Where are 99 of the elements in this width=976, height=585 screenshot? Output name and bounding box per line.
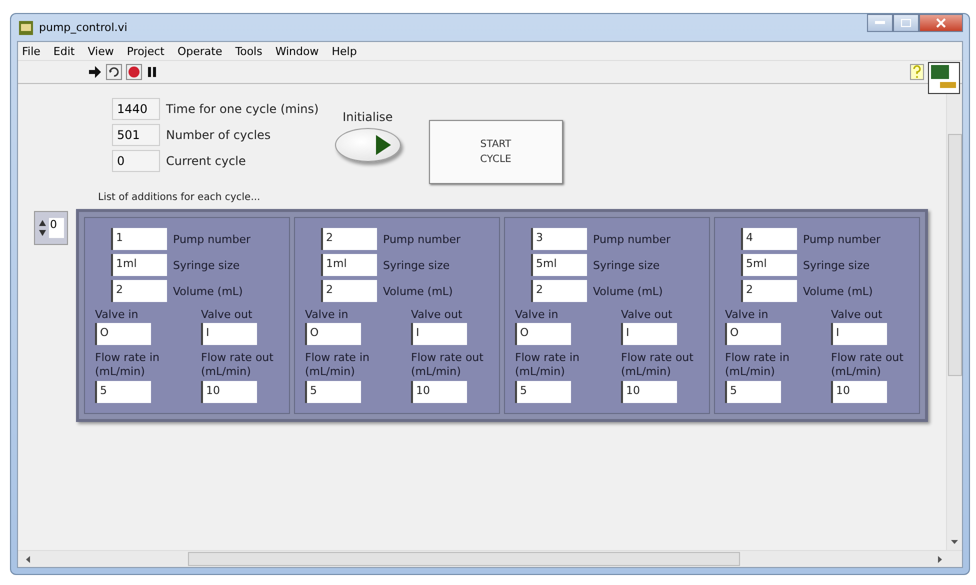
run-continuously-icon[interactable] xyxy=(106,64,122,80)
help-icon[interactable] xyxy=(910,64,924,80)
flow-rate-in-field[interactable]: 5 xyxy=(305,380,361,402)
scroll-thumb[interactable] xyxy=(948,134,962,376)
vi-icon xyxy=(928,62,960,94)
valve-in-field[interactable]: O xyxy=(515,323,571,345)
start-cycle-button[interactable]: START CYCLE xyxy=(428,120,563,184)
menu-item[interactable]: Operate xyxy=(177,44,222,58)
indicator-label: Number of cycles xyxy=(166,128,271,142)
close-button[interactable] xyxy=(919,14,963,32)
valve-out-field[interactable]: I xyxy=(411,323,467,345)
field-label: Flow rate out (mL/min) xyxy=(411,351,484,378)
app-icon xyxy=(19,20,33,34)
field-label: Flow rate in (mL/min) xyxy=(305,351,370,378)
menu-item[interactable]: Tools xyxy=(235,44,262,58)
flow-rate-out-field[interactable]: 10 xyxy=(201,380,257,402)
scroll-left-icon[interactable] xyxy=(26,556,30,562)
numeric-indicator: 1440 xyxy=(112,98,160,120)
field-label: Valve in xyxy=(305,308,350,321)
maximize-button[interactable] xyxy=(893,14,919,32)
syringe-size-field[interactable]: 5ml xyxy=(531,254,587,276)
field-label: Pump number xyxy=(803,232,881,246)
field-label: Pump number xyxy=(593,232,671,246)
valve-in-field[interactable]: O xyxy=(725,323,781,345)
vertical-scrollbar[interactable] xyxy=(946,84,962,550)
field-label: Valve in xyxy=(515,308,560,321)
initialise-label: Initialise xyxy=(342,110,393,124)
field-label: Flow rate in (mL/min) xyxy=(515,351,580,378)
field-label: Flow rate out (mL/min) xyxy=(621,351,694,378)
field-label: Flow rate out (mL/min) xyxy=(831,351,904,378)
field-label: Flow rate in (mL/min) xyxy=(725,351,790,378)
run-arrow-icon[interactable] xyxy=(88,65,102,79)
syringe-size-field[interactable]: 5ml xyxy=(741,254,797,276)
valve-out-field[interactable]: I xyxy=(201,323,257,345)
flow-rate-in-field[interactable]: 5 xyxy=(515,380,571,402)
menu-item[interactable]: Help xyxy=(332,44,357,58)
pump-number-field[interactable]: 3 xyxy=(531,228,587,250)
increment-icon[interactable] xyxy=(38,219,47,227)
array-label: List of additions for each cycle... xyxy=(98,192,262,203)
pump-number-field[interactable]: 1 xyxy=(111,228,167,250)
menu-item[interactable]: File xyxy=(22,44,40,58)
field-label: Flow rate in (mL/min) xyxy=(95,351,160,378)
close-icon xyxy=(936,18,946,28)
flow-rate-out-field[interactable]: 10 xyxy=(411,380,467,402)
menu-item[interactable]: View xyxy=(88,44,114,58)
field-label: Volume (mL) xyxy=(383,284,453,298)
volume-field[interactable]: 2 xyxy=(321,280,377,302)
syringe-size-field[interactable]: 1ml xyxy=(321,254,377,276)
indicator-label: Current cycle xyxy=(166,154,246,168)
pump-number-field[interactable]: 2 xyxy=(321,228,377,250)
field-label: Valve in xyxy=(725,308,770,321)
field-label: Volume (mL) xyxy=(593,284,663,298)
field-label: Valve in xyxy=(95,308,140,321)
pump-number-field[interactable]: 4 xyxy=(741,228,797,250)
field-label: Valve out xyxy=(831,308,884,321)
field-label: Valve out xyxy=(411,308,464,321)
valve-out-field[interactable]: I xyxy=(831,323,887,345)
valve-out-field[interactable]: I xyxy=(621,323,677,345)
decrement-icon[interactable] xyxy=(38,229,47,237)
horizontal-scrollbar[interactable] xyxy=(18,550,962,567)
field-label: Pump number xyxy=(383,232,461,246)
volume-field[interactable]: 2 xyxy=(741,280,797,302)
field-label: Syringe size xyxy=(593,258,660,272)
scroll-thumb[interactable] xyxy=(188,552,740,566)
field-label: Pump number xyxy=(173,232,251,246)
field-label: Volume (mL) xyxy=(803,284,873,298)
abort-icon[interactable] xyxy=(126,64,142,80)
numeric-indicator: 0 xyxy=(112,150,160,172)
maximize-icon xyxy=(901,19,911,27)
initialise-toggle[interactable] xyxy=(334,128,401,162)
syringe-size-field[interactable]: 1ml xyxy=(111,254,167,276)
window-title: pump_control.vi xyxy=(39,21,128,34)
valve-in-field[interactable]: O xyxy=(95,323,151,345)
field-label: Flow rate out (mL/min) xyxy=(201,351,274,378)
flow-rate-in-field[interactable]: 5 xyxy=(725,380,781,402)
field-label: Valve out xyxy=(621,308,674,321)
field-label: Syringe size xyxy=(173,258,240,272)
field-label: Syringe size xyxy=(803,258,870,272)
numeric-indicator: 501 xyxy=(112,124,160,146)
scroll-right-icon[interactable] xyxy=(938,556,942,562)
scroll-down-icon[interactable] xyxy=(951,540,958,544)
minimize-icon xyxy=(875,21,885,25)
volume-field[interactable]: 2 xyxy=(111,280,167,302)
valve-in-field[interactable]: O xyxy=(305,323,361,345)
field-label: Volume (mL) xyxy=(173,284,243,298)
array-index-control[interactable]: 0 xyxy=(34,211,68,245)
menu-item[interactable]: Window xyxy=(275,44,319,58)
minimize-button[interactable] xyxy=(867,14,893,32)
flow-rate-out-field[interactable]: 10 xyxy=(621,380,677,402)
triangle-icon xyxy=(374,134,392,156)
field-label: Valve out xyxy=(201,308,254,321)
flow-rate-in-field[interactable]: 5 xyxy=(95,380,151,402)
menu-item[interactable]: Project xyxy=(126,44,164,58)
volume-field[interactable]: 2 xyxy=(531,280,587,302)
menu-item[interactable]: Edit xyxy=(53,44,75,58)
field-label: Syringe size xyxy=(383,258,450,272)
pause-icon[interactable] xyxy=(146,65,158,79)
indicator-label: Time for one cycle (mins) xyxy=(166,102,319,116)
flow-rate-out-field[interactable]: 10 xyxy=(831,380,887,402)
